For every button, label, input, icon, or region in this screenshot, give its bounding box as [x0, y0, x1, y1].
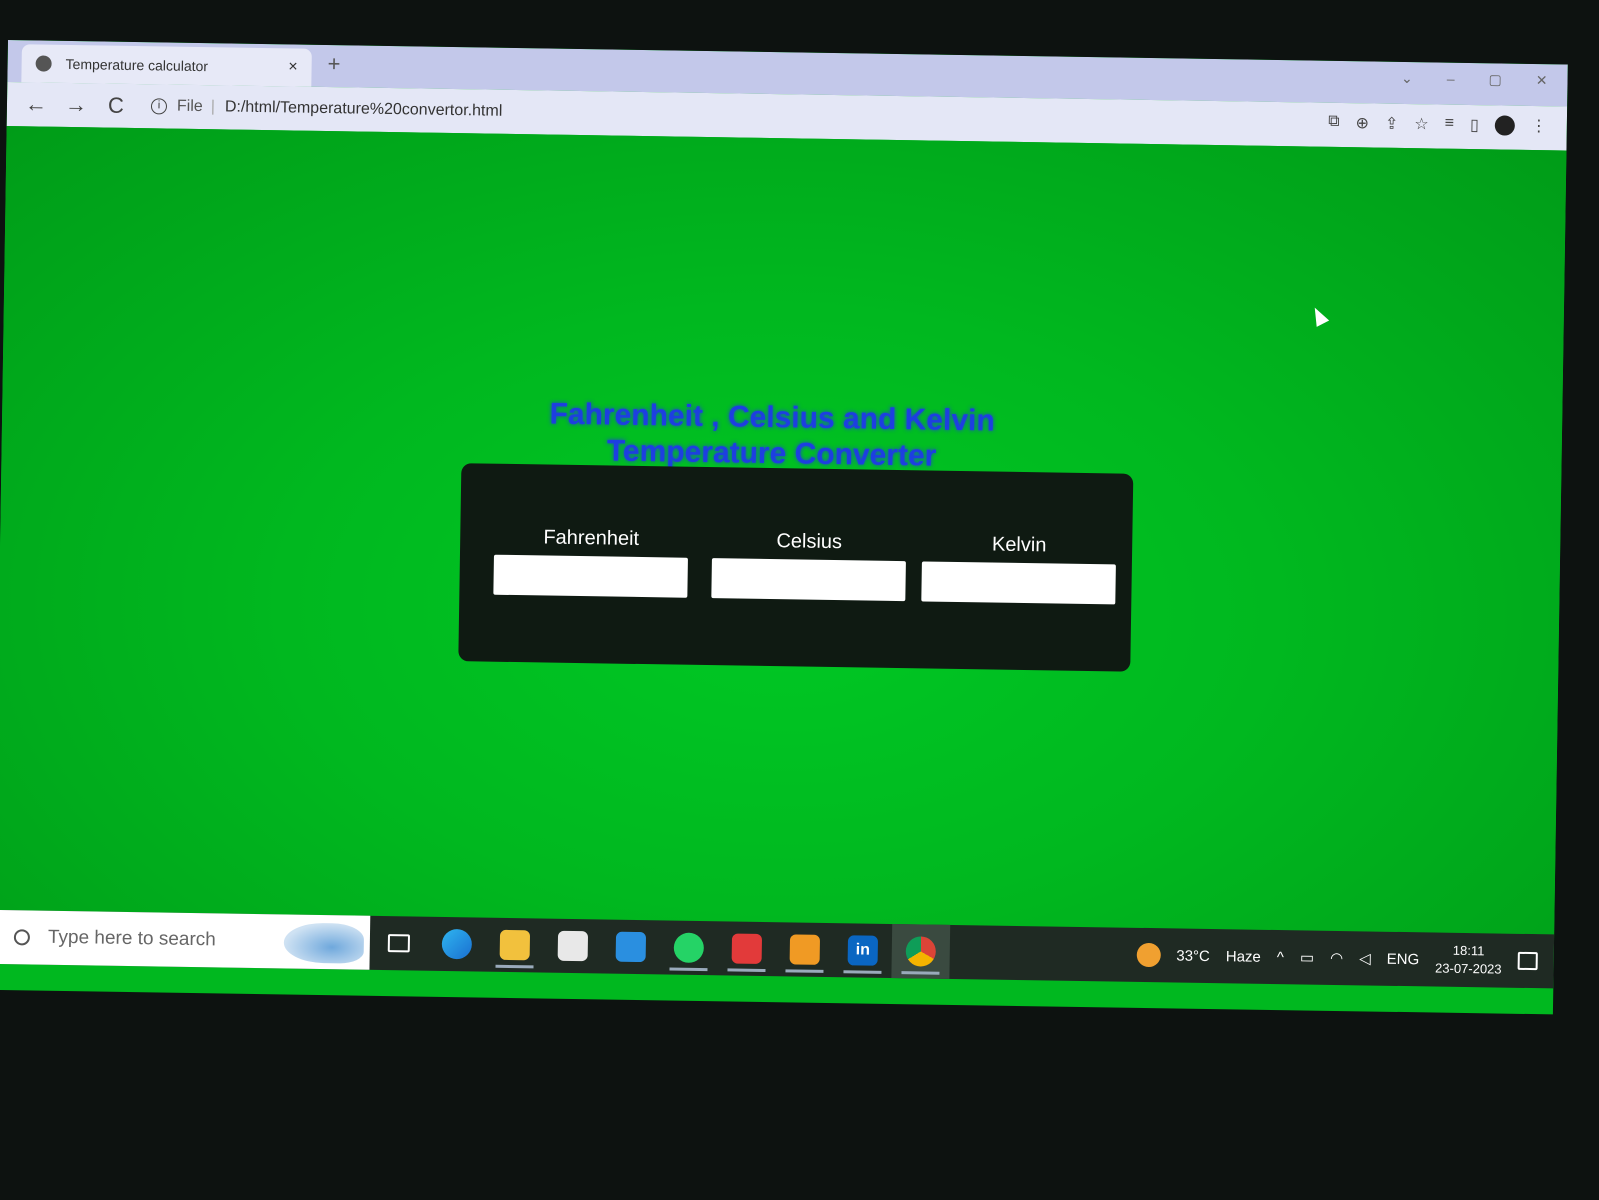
clock-date: 23-07-2023 [1434, 960, 1502, 977]
monitor-screen: Temperature calculator × + ⌄ – ▢ ✕ ← → C… [0, 40, 1568, 1015]
profile-avatar[interactable] [1494, 115, 1515, 136]
address-separator: | [210, 98, 216, 116]
search-icon [13, 929, 31, 946]
close-tab-icon[interactable]: × [288, 58, 298, 76]
battery-icon[interactable]: ▭ [1300, 948, 1314, 966]
back-icon[interactable]: ← [25, 91, 47, 117]
kelvin-input[interactable] [921, 561, 1116, 605]
search-placeholder[interactable]: Type here to search [48, 927, 216, 952]
toolbar-icons: ⧉ ⊕ ⇪ ☆ ≡ ▯ ⋮ [1328, 113, 1547, 136]
store-icon[interactable] [543, 919, 602, 974]
linkedin-icon[interactable]: in [833, 923, 892, 978]
weather-sun-icon[interactable] [1136, 942, 1161, 968]
page-content: Fahrenheit , Celsius and Kelvin Temperat… [0, 125, 1567, 935]
star-icon[interactable]: ☆ [1414, 114, 1429, 134]
reading-list-icon[interactable]: ≡ [1445, 115, 1455, 135]
file-explorer-icon[interactable] [485, 918, 544, 973]
tab-search-icon[interactable]: ⌄ [1401, 70, 1413, 87]
whatsapp-icon[interactable] [659, 920, 718, 975]
task-view-icon[interactable] [369, 916, 428, 971]
weather-temp[interactable]: 33°C [1176, 947, 1210, 965]
fahrenheit-input[interactable] [493, 554, 688, 598]
mail-icon[interactable] [601, 919, 660, 974]
taskbar-search[interactable]: Type here to search [0, 909, 371, 970]
language-indicator[interactable]: ENG [1387, 950, 1420, 968]
chrome-icon[interactable] [891, 923, 951, 979]
clock[interactable]: 18:11 23-07-2023 [1435, 942, 1502, 979]
app-red-icon[interactable] [717, 921, 776, 976]
photo-scene: Temperature calculator × + ⌄ – ▢ ✕ ← → C… [0, 0, 1599, 1200]
new-tab-button[interactable]: + [327, 51, 340, 77]
minimize-button[interactable]: – [1447, 71, 1455, 88]
info-icon[interactable]: i [150, 98, 168, 115]
volume-icon[interactable]: ◁ [1359, 949, 1371, 967]
system-tray: 33°C Haze ^ ▭ ◠ ◁ ENG 18:11 23-07-2023 [1136, 937, 1554, 980]
address-bar[interactable]: i File | D:/html/Temperature%20convertor… [150, 97, 503, 121]
tab-temperature-calculator[interactable]: Temperature calculator × [21, 44, 312, 87]
restore-button[interactable]: ▢ [1488, 71, 1501, 88]
edge-icon[interactable] [427, 917, 486, 972]
linkedin-text: in [847, 935, 879, 966]
globe-icon [35, 55, 52, 72]
celsius-field: Celsius [711, 529, 906, 602]
wifi-icon[interactable]: ◠ [1330, 949, 1343, 967]
sublime-icon[interactable] [775, 922, 834, 977]
clock-time: 18:11 [1452, 942, 1485, 959]
share-icon[interactable]: ⇪ [1385, 114, 1399, 134]
mouse-cursor-icon [1308, 304, 1330, 327]
translate-icon[interactable]: ⧉ [1328, 113, 1340, 133]
fahrenheit-label: Fahrenheit [543, 526, 640, 550]
forward-icon[interactable]: → [65, 92, 87, 118]
weather-desc[interactable]: Haze [1226, 948, 1261, 966]
kelvin-field: Kelvin [921, 532, 1116, 605]
kelvin-label: Kelvin [991, 533, 1047, 557]
side-panel-icon[interactable]: ▯ [1470, 115, 1479, 135]
zoom-icon[interactable]: ⊕ [1355, 113, 1369, 133]
tray-chevron-icon[interactable]: ^ [1277, 949, 1284, 966]
notification-icon[interactable] [1517, 951, 1538, 971]
file-label: File [176, 97, 203, 116]
celsius-input[interactable] [711, 558, 906, 602]
window-controls: ⌄ – ▢ ✕ [1401, 70, 1548, 89]
search-highlight-image [283, 922, 365, 964]
menu-icon[interactable]: ⋮ [1531, 116, 1547, 136]
reload-icon[interactable]: C [105, 93, 127, 119]
close-window-button[interactable]: ✕ [1536, 72, 1548, 89]
converter-card: Fahrenheit Celsius Kelvin [458, 463, 1134, 672]
url-text[interactable]: D:/html/Temperature%20convertor.html [225, 98, 503, 120]
tab-title: Temperature calculator [65, 55, 209, 75]
celsius-label: Celsius [776, 530, 843, 554]
fahrenheit-field: Fahrenheit [493, 526, 688, 598]
